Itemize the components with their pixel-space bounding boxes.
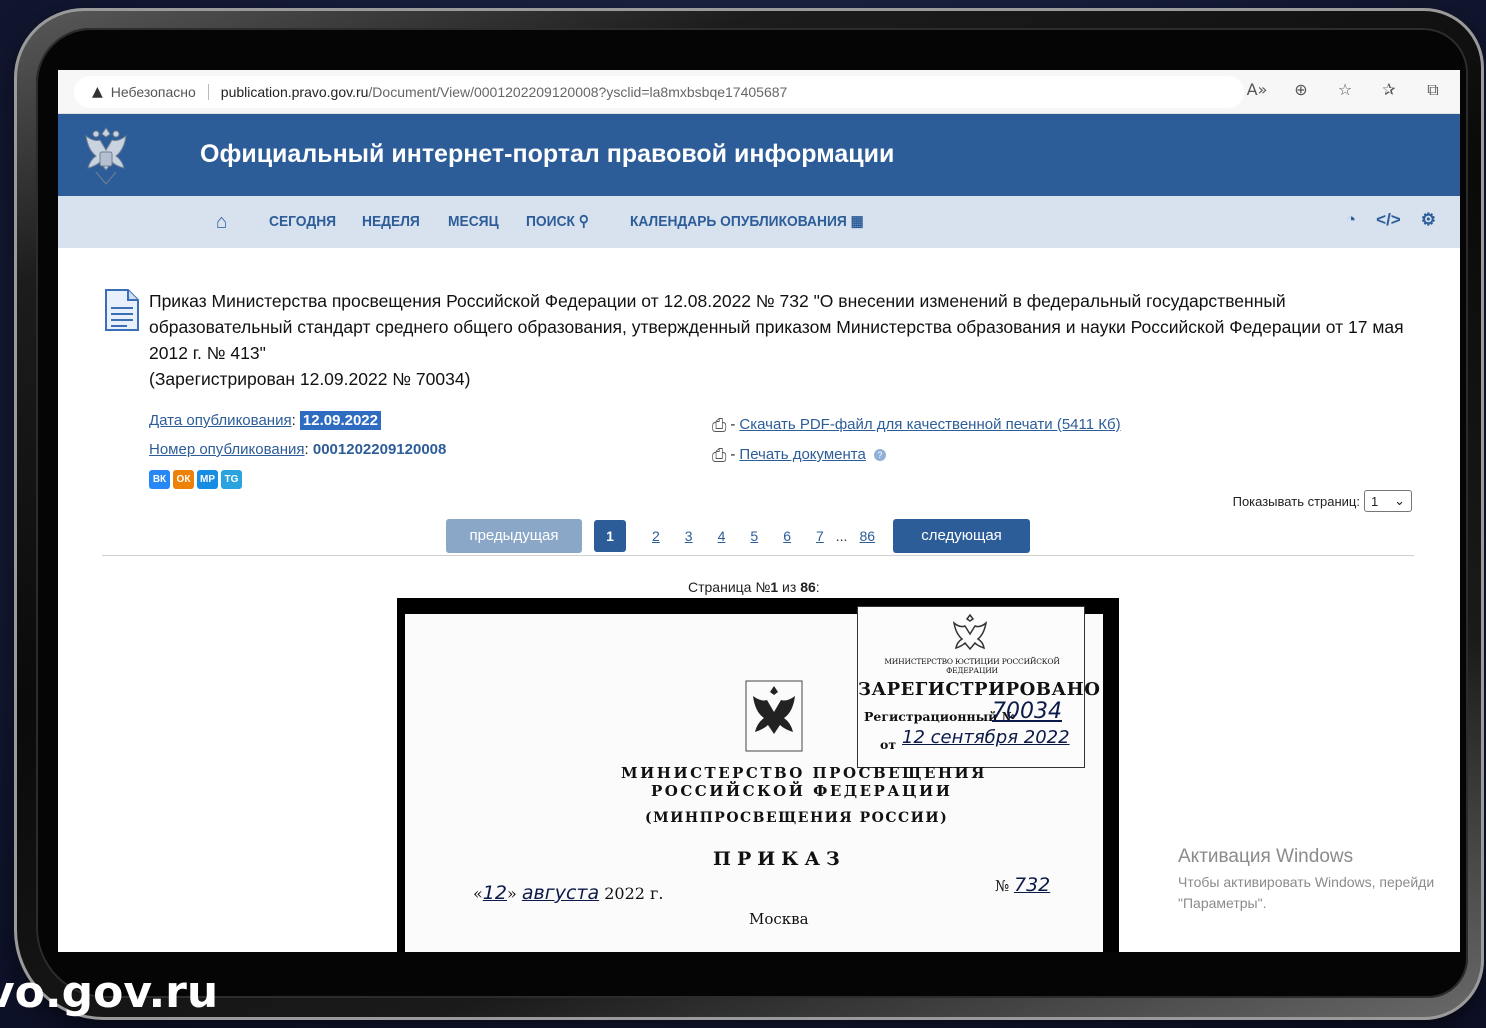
nav-calendar-label: КАЛЕНДАРЬ ОПУБЛИКОВАНИЯ: [630, 213, 847, 230]
download-links: ⎙ - Скачать PDF-файл для качественной пе…: [712, 410, 1121, 470]
ministry-emblem-icon: [745, 680, 803, 752]
publication-meta: Дата опубликования: 12.09.2022 Номер опу…: [149, 410, 446, 489]
page-link[interactable]: 7: [816, 528, 824, 544]
pub-date-label[interactable]: Дата опубликования: [149, 412, 292, 429]
stamp-ministry: МИНИСТЕРСТВО ЮСТИЦИИ РОССИЙСКОЙ ФЕДЕРАЦИ…: [884, 657, 1060, 675]
main-nav: ⌂ СЕГОДНЯ НЕДЕЛЯ МЕСЯЦ ПОИСК ⚲ КАЛЕНДАРЬ…: [58, 196, 1460, 248]
page-ellipsis: ...: [835, 528, 848, 544]
collections-icon[interactable]: ⧉: [1422, 80, 1444, 100]
stamp-reg-number: 70034: [992, 699, 1062, 724]
nav-right-icons: ◔ </> ⚙: [1346, 210, 1436, 230]
read-aloud-icon[interactable]: A»: [1246, 80, 1268, 100]
calendar-icon: ▦: [850, 213, 864, 230]
order-number: № 732: [995, 874, 1051, 896]
show-pages-label: Показывать страниц:: [1232, 493, 1360, 509]
prev-page-button[interactable]: предыдущая: [446, 519, 582, 553]
print-link[interactable]: Печать документа: [739, 444, 865, 466]
scan-page: МИНИСТЕРСТВО ЮСТИЦИИ РОССИЙСКОЙ ФЕДЕРАЦИ…: [405, 606, 1103, 952]
chevron-down-icon: ⌄: [1394, 493, 1405, 508]
windows-activation-watermark: Активация Windows Чтобы активировать Win…: [1178, 846, 1434, 914]
odnoklassniki-icon[interactable]: ОК: [173, 470, 194, 489]
browser-toolbar: ▲ Небезопасно publication.pravo.gov.ru/D…: [58, 70, 1460, 114]
pdf-download-link[interactable]: Скачать PDF-файл для качественной печати…: [739, 414, 1120, 436]
stamp-date: 12 сентября 2022: [902, 727, 1070, 748]
help-icon[interactable]: ?: [873, 449, 886, 461]
stamp-emblem-icon: [952, 613, 988, 651]
order-city: Москва: [749, 910, 809, 928]
document-title-block: Приказ Министерства просвещения Российск…: [149, 288, 1409, 392]
pdf-row: ⎙ - Скачать PDF-файл для качественной пе…: [712, 410, 1121, 440]
pagination: предыдущая 1 2 3 4 5 6 7 ... 86 следующа…: [446, 519, 1031, 553]
site-title[interactable]: Официальный интернет-портал правовой инф…: [200, 140, 894, 169]
page-caption: Страница №1 из 86:: [688, 579, 820, 595]
telegram-icon[interactable]: TG: [221, 470, 242, 489]
social-share: ВК ОК МР TG: [149, 470, 446, 489]
nav-search[interactable]: ПОИСК ⚲: [526, 196, 589, 248]
page-link[interactable]: 4: [718, 528, 726, 544]
show-pages-select[interactable]: 1 ⌄: [1364, 490, 1412, 512]
url-text[interactable]: publication.pravo.gov.ru/Document/View/0…: [221, 84, 788, 100]
document-registered: (Зарегистрирован 12.09.2022 № 70034): [149, 369, 471, 389]
address-separator: [207, 84, 209, 100]
page-link[interactable]: 2: [652, 528, 660, 544]
printer-icon: ⎙: [712, 445, 727, 465]
address-bar[interactable]: ▲ Небезопасно publication.pravo.gov.ru/D…: [74, 76, 1244, 108]
activation-title: Активация Windows: [1178, 846, 1354, 867]
mailru-icon[interactable]: МР: [197, 470, 218, 489]
warning-icon[interactable]: ▲: [92, 84, 103, 100]
browser-screen: ▲ Небезопасно publication.pravo.gov.ru/D…: [58, 70, 1460, 952]
favorites-icon[interactable]: ✰: [1378, 80, 1400, 100]
divider: [102, 555, 1414, 556]
ministry-short-name: (МИНПРОСВЕЩЕНИЯ РОССИИ): [645, 810, 949, 826]
settings-cloud-icon[interactable]: ⚙: [1421, 210, 1436, 230]
document-icon: [105, 289, 139, 331]
activation-line1: Чтобы активировать Windows, перейди: [1178, 874, 1435, 890]
page-link-last[interactable]: 86: [859, 528, 875, 544]
code-icon[interactable]: </>: [1376, 210, 1401, 230]
ministry-country: РОССИЙСКОЙ ФЕДЕРАЦИИ: [651, 782, 953, 800]
vk-icon[interactable]: ВК: [149, 470, 170, 489]
page-link[interactable]: 3: [685, 528, 693, 544]
show-pages-control: Показывать страниц: 1 ⌄: [1233, 490, 1412, 512]
print-row: ⎙ - Печать документа ?: [712, 440, 1121, 470]
page-current[interactable]: 1: [594, 520, 626, 552]
print-dash: -: [730, 446, 736, 463]
pdf-icon: ⎙: [712, 415, 727, 435]
site-tag: vo.gov.ru: [0, 967, 219, 1018]
nav-today[interactable]: СЕГОДНЯ: [269, 196, 336, 248]
nav-week[interactable]: НЕДЕЛЯ: [362, 196, 420, 248]
nav-search-label: ПОИСК: [526, 213, 575, 230]
ministry-name: МИНИСТЕРСТВО ПРОСВЕЩЕНИЯ: [621, 764, 987, 782]
pub-date-row: Дата опубликования: 12.09.2022: [149, 410, 446, 439]
zoom-icon[interactable]: ⊕: [1290, 80, 1312, 100]
stamp-from: от: [880, 737, 897, 752]
registration-stamp: МИНИСТЕРСТВО ЮСТИЦИИ РОССИЙСКОЙ ФЕДЕРАЦИ…: [857, 606, 1101, 768]
site-header: Официальный интернет-портал правовой инф…: [58, 114, 1460, 196]
activation-line2: "Параметры".: [1178, 895, 1267, 911]
pub-date-value: 12.09.2022: [299, 411, 381, 430]
favorite-add-icon[interactable]: ☆: [1334, 80, 1356, 100]
order-date: «12» августа 2022 г.: [473, 882, 664, 904]
russian-coat-of-arms-icon[interactable]: [74, 122, 138, 190]
rss-icon[interactable]: ◔: [1346, 210, 1356, 230]
order-heading: ПРИКАЗ: [713, 848, 846, 870]
search-icon: ⚲: [578, 213, 589, 230]
pub-number-row: Номер опубликования: 0001202209120008: [149, 441, 447, 458]
document-scan: МИНИСТЕРСТВО ЮСТИЦИИ РОССИЙСКОЙ ФЕДЕРАЦИ…: [397, 598, 1119, 952]
show-pages-value: 1: [1371, 493, 1379, 509]
stamp-registered: ЗАРЕГИСТРИРОВАНО: [858, 679, 1101, 700]
pdf-dash: -: [730, 416, 736, 433]
next-page-button[interactable]: следующая: [893, 519, 1031, 553]
document-title: Приказ Министерства просвещения Российск…: [149, 291, 1404, 363]
browser-actions: A» ⊕ ☆ ✰ ⧉: [1246, 80, 1444, 100]
security-label[interactable]: Небезопасно: [111, 84, 196, 100]
pub-number-value: 0001202209120008: [312, 441, 447, 458]
page-link[interactable]: 5: [750, 528, 758, 544]
nav-calendar[interactable]: КАЛЕНДАРЬ ОПУБЛИКОВАНИЯ ▦: [630, 196, 864, 248]
page-link[interactable]: 6: [783, 528, 791, 544]
nav-month[interactable]: МЕСЯЦ: [448, 196, 499, 248]
home-icon[interactable]: ⌂: [216, 196, 227, 248]
pub-number-label[interactable]: Номер опубликования: [149, 441, 305, 458]
